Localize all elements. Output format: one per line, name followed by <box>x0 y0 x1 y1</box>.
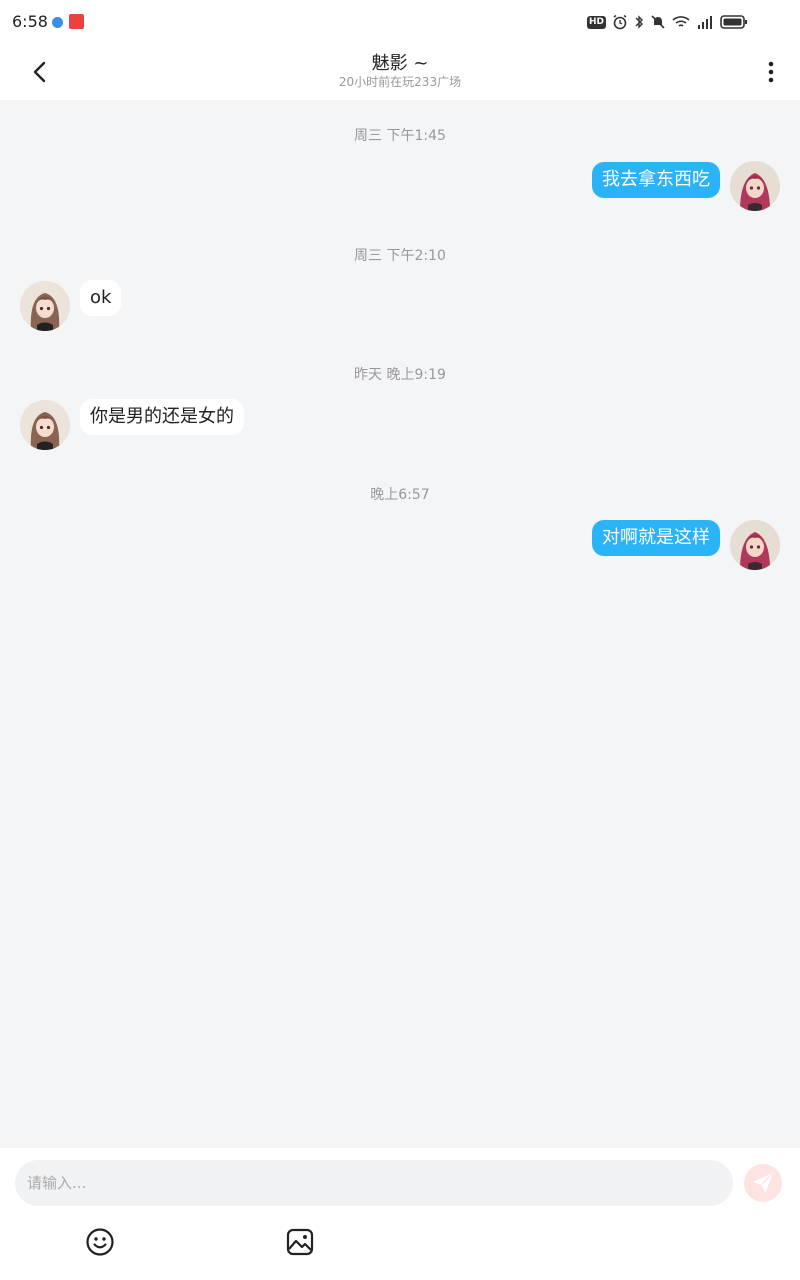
smiley-icon <box>86 1228 114 1256</box>
status-indicators: HD <box>586 13 748 31</box>
status-bar: 6:58 HD <box>0 0 800 44</box>
contact-avatar[interactable] <box>20 281 70 331</box>
battery-icon <box>720 15 747 29</box>
cellular-signal-icon <box>698 16 712 29</box>
message-timestamp: 周三 下午2:10 <box>354 248 446 264</box>
more-vertical-icon <box>768 61 774 83</box>
contact-avatar[interactable] <box>20 400 70 450</box>
mute-bell-icon <box>651 15 665 29</box>
message-timestamp: 昨天 晚上9:19 <box>354 367 446 383</box>
send-button[interactable] <box>744 1164 782 1202</box>
chat-header: 魅影 ~ 20小时前在玩233广场 <box>0 44 800 100</box>
app-notification-icon <box>69 14 84 29</box>
hd-badge: HD <box>586 15 606 29</box>
bluetooth-icon <box>635 15 643 29</box>
contact-name: 魅影 ~ <box>371 53 429 74</box>
wifi-icon <box>672 16 690 27</box>
image-icon <box>286 1228 314 1256</box>
my-avatar[interactable] <box>730 520 780 570</box>
status-time: 6:58 <box>12 12 48 31</box>
message-timestamp: 周三 下午1:45 <box>354 128 446 144</box>
alarm-icon <box>613 14 627 30</box>
image-picker-button[interactable] <box>284 1226 316 1258</box>
more-options-button[interactable] <box>756 54 786 90</box>
incoming-message-bubble[interactable]: ok <box>80 280 122 316</box>
message-timestamp: 晚上6:57 <box>370 487 430 503</box>
browser-notification-icon <box>52 17 63 28</box>
send-icon <box>753 1173 773 1193</box>
incoming-message-bubble[interactable]: 你是男的还是女的 <box>80 399 244 435</box>
message-input[interactable] <box>15 1160 733 1206</box>
composer-panel <box>0 1148 800 1280</box>
contact-status: 20小时前在玩233广场 <box>338 75 462 89</box>
my-avatar[interactable] <box>730 161 780 211</box>
outgoing-message-bubble[interactable]: 我去拿东西吃 <box>592 162 720 198</box>
outgoing-message-bubble[interactable]: 对啊就是这样 <box>592 520 720 556</box>
emoji-button[interactable] <box>84 1226 116 1258</box>
